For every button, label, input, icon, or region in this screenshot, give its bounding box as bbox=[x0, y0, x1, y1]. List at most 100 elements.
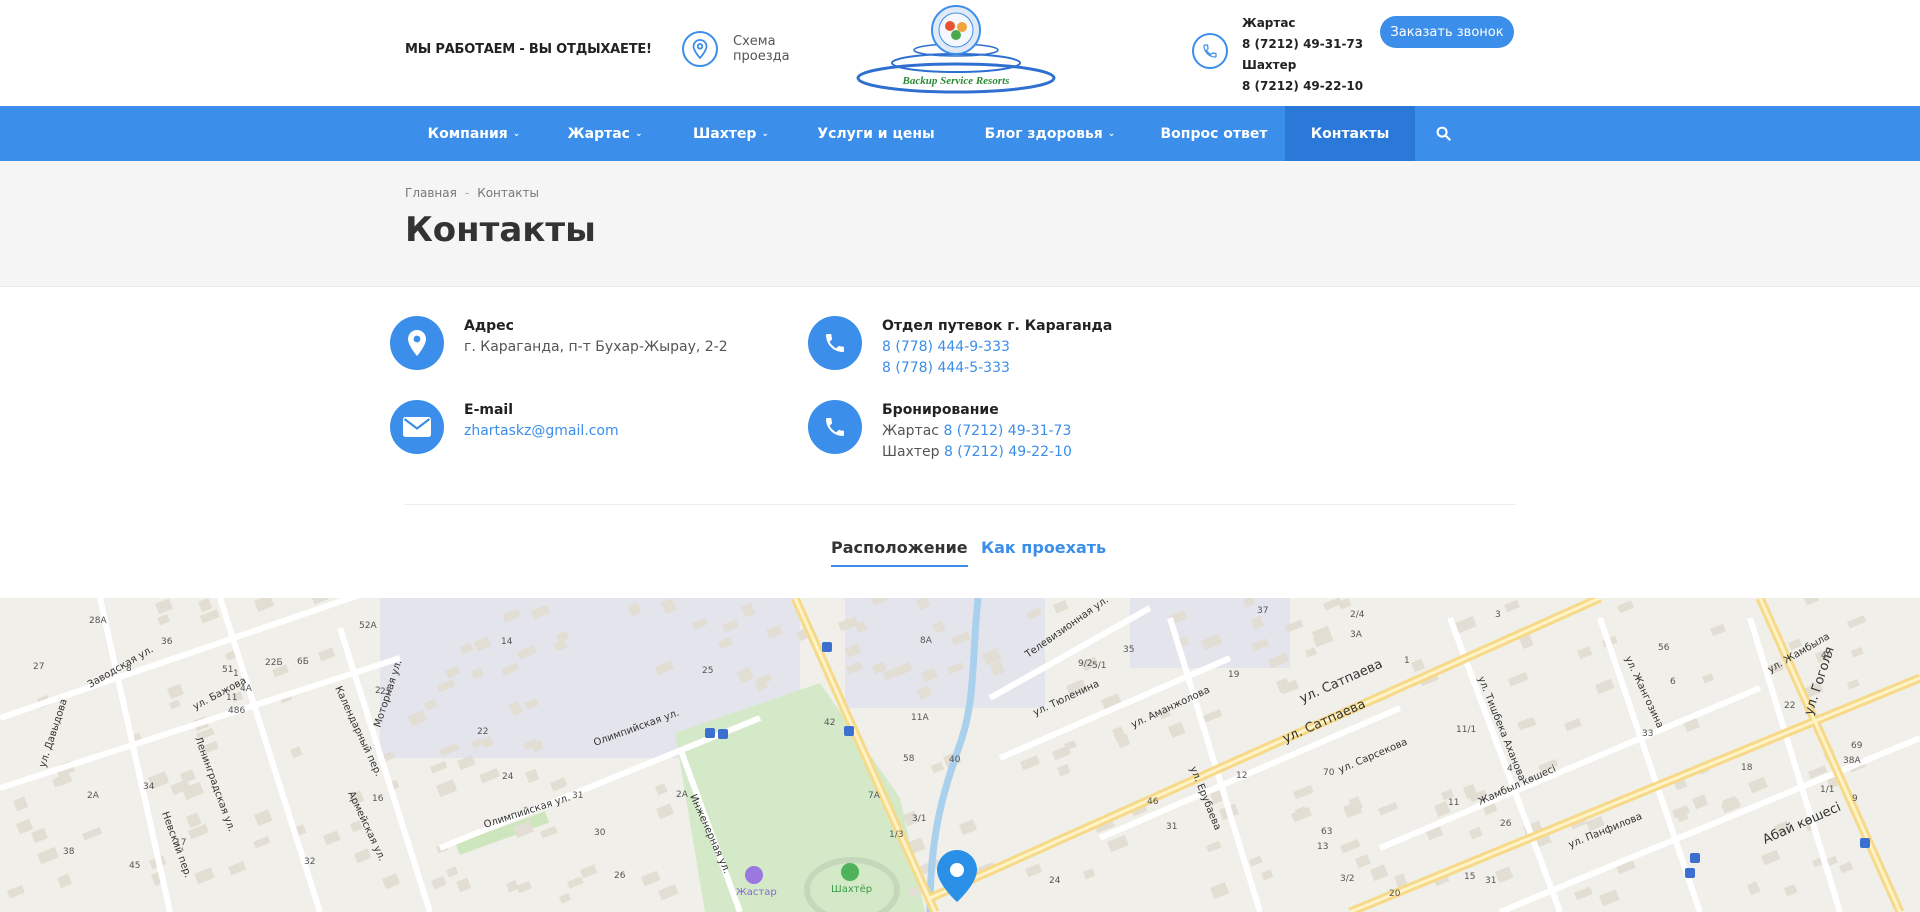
map-building bbox=[1804, 598, 1820, 606]
map-house-number: 12 bbox=[1236, 771, 1247, 781]
map-house-number: 16 bbox=[372, 794, 384, 804]
phone-icon bbox=[808, 400, 862, 454]
tab-location[interactable]: Расположение bbox=[831, 538, 968, 567]
tours-phone-1[interactable]: 8 (778) 444-9-333 bbox=[882, 337, 1112, 358]
booking-phone-1[interactable]: 8 (7212) 49-31-73 bbox=[943, 423, 1071, 439]
map-house-number: 1 bbox=[1404, 656, 1410, 666]
poi-stadium-icon[interactable] bbox=[841, 863, 859, 881]
breadcrumb-home[interactable]: Главная bbox=[405, 186, 457, 200]
map-house-number: 34 bbox=[143, 782, 155, 792]
map-building bbox=[1260, 869, 1274, 881]
map-building bbox=[1369, 864, 1389, 882]
map-house-number: 58 bbox=[903, 754, 915, 764]
bus-stop-icon[interactable] bbox=[822, 642, 832, 652]
map-house-number: 5/1 bbox=[1092, 661, 1106, 671]
map-house-number: 25 bbox=[702, 666, 713, 676]
map-house-number: 31 bbox=[572, 791, 583, 801]
map-house-number: 22 bbox=[1784, 701, 1795, 711]
tab-directions[interactable]: Как проехать bbox=[981, 538, 1106, 557]
phone-icon bbox=[808, 316, 862, 370]
map-building bbox=[1455, 615, 1477, 634]
callback-button[interactable]: Заказать звонок bbox=[1380, 16, 1514, 48]
nav-item-faq[interactable]: Вопрос ответ bbox=[1143, 106, 1285, 161]
map-house-number: 20 bbox=[1389, 889, 1401, 899]
header-phone-number-1[interactable]: 8 (7212) 49-31-73 bbox=[1242, 34, 1363, 55]
map-building bbox=[1378, 801, 1399, 816]
map-building bbox=[1508, 671, 1529, 687]
map-house-number: 42 bbox=[824, 718, 835, 728]
bus-stop-icon[interactable] bbox=[705, 728, 715, 738]
header-phone-number-2[interactable]: 8 (7212) 49-22-10 bbox=[1242, 76, 1363, 97]
map-house-number: 3А bbox=[1350, 630, 1363, 640]
nav-item-blog[interactable]: Блог здоровья ⌄ bbox=[957, 106, 1143, 161]
logo[interactable]: Backup Service Resorts bbox=[856, 4, 1056, 94]
tours-phone-2[interactable]: 8 (778) 444-5-333 bbox=[882, 358, 1112, 379]
map-building bbox=[1595, 678, 1615, 695]
bus-stop-icon[interactable] bbox=[1690, 853, 1700, 863]
email-link[interactable]: zhartaskz@gmail.com bbox=[464, 421, 619, 442]
bus-stop-icon[interactable] bbox=[1685, 868, 1695, 878]
location-map[interactable]: Заводская ул. ул. Бажова Календарный пер… bbox=[0, 598, 1920, 912]
map-building bbox=[157, 613, 171, 626]
booking-label-1: Жартас bbox=[882, 423, 939, 439]
nav-item-zhartas[interactable]: Жартас ⌄ bbox=[543, 106, 667, 161]
map-tabs: Расположение Как проехать bbox=[0, 538, 1920, 568]
section-divider bbox=[405, 504, 1515, 505]
map-building bbox=[318, 647, 336, 662]
map-house-number: 11 bbox=[1448, 798, 1459, 808]
map-building bbox=[57, 873, 73, 889]
map-building bbox=[290, 746, 303, 759]
route-map-link[interactable]: Схема проезда bbox=[682, 31, 790, 67]
map-house-number: 32 bbox=[304, 857, 315, 867]
map-house-number: 19 bbox=[1228, 670, 1240, 680]
page-title: Контакты bbox=[405, 210, 596, 250]
map-house-number: 2/4 bbox=[1350, 610, 1365, 620]
map-house-number: 4 bbox=[1507, 764, 1513, 774]
site-header: МЫ РАБОТАЕМ - ВЫ ОТДЫХАЕТЕ! Схема проезд… bbox=[0, 0, 1920, 106]
search-button[interactable] bbox=[1415, 106, 1471, 161]
route-label-line1: Схема bbox=[733, 34, 776, 49]
map-house-number: 31 bbox=[1485, 876, 1496, 886]
bus-stop-icon[interactable] bbox=[718, 729, 728, 739]
map-house-number: 22 bbox=[477, 727, 488, 737]
map-house-number: 18 bbox=[1741, 763, 1753, 773]
map-marker-icon bbox=[390, 316, 444, 370]
nav-item-company[interactable]: Компания ⌄ bbox=[405, 106, 543, 161]
nav-item-label: Компания bbox=[427, 125, 508, 142]
poi-jastar-icon[interactable] bbox=[745, 866, 763, 884]
nav-item-shakhter[interactable]: Шахтер ⌄ bbox=[667, 106, 795, 161]
bus-stop-icon[interactable] bbox=[844, 726, 854, 736]
map-house-number: 28А bbox=[89, 616, 107, 626]
map-house-number: 22Б bbox=[265, 658, 283, 668]
map-building bbox=[1020, 755, 1041, 771]
map-building bbox=[254, 809, 273, 827]
map-building bbox=[1107, 834, 1129, 853]
map-house-number: 56 bbox=[1658, 643, 1670, 653]
map-building bbox=[6, 885, 25, 899]
map-house-number: 13 bbox=[1317, 842, 1328, 852]
nav-item-services[interactable]: Услуги и цены bbox=[795, 106, 957, 161]
map-house-number: 2 bbox=[375, 686, 381, 696]
address-title: Адрес bbox=[464, 318, 514, 334]
map-house-number: 24 bbox=[1049, 876, 1061, 886]
nav-item-contacts[interactable]: Контакты bbox=[1285, 106, 1415, 161]
map-building bbox=[1249, 855, 1263, 867]
booking-phone-2[interactable]: 8 (7212) 49-22-10 bbox=[944, 444, 1072, 460]
contact-email: E-mail zhartaskz@gmail.com bbox=[390, 400, 619, 454]
map-house-number: 14 bbox=[501, 637, 513, 647]
map-building bbox=[515, 880, 532, 894]
map-building bbox=[658, 884, 679, 901]
map-building bbox=[559, 893, 571, 904]
map-house-number: 6 bbox=[1670, 677, 1676, 687]
chevron-down-icon: ⌄ bbox=[512, 128, 521, 139]
map-building bbox=[1783, 883, 1798, 897]
route-label-line2: проезда bbox=[733, 49, 790, 64]
map-house-number: 26 bbox=[1500, 819, 1512, 829]
map-house-number: 2А bbox=[87, 791, 100, 801]
nav-item-label: Вопрос ответ bbox=[1160, 125, 1268, 142]
bus-stop-icon[interactable] bbox=[1860, 838, 1870, 848]
map-street-label: ул. Давыдова bbox=[37, 698, 70, 769]
map-building bbox=[1576, 646, 1593, 660]
map-building bbox=[382, 873, 401, 890]
breadcrumb: Главная - Контакты bbox=[405, 186, 539, 200]
